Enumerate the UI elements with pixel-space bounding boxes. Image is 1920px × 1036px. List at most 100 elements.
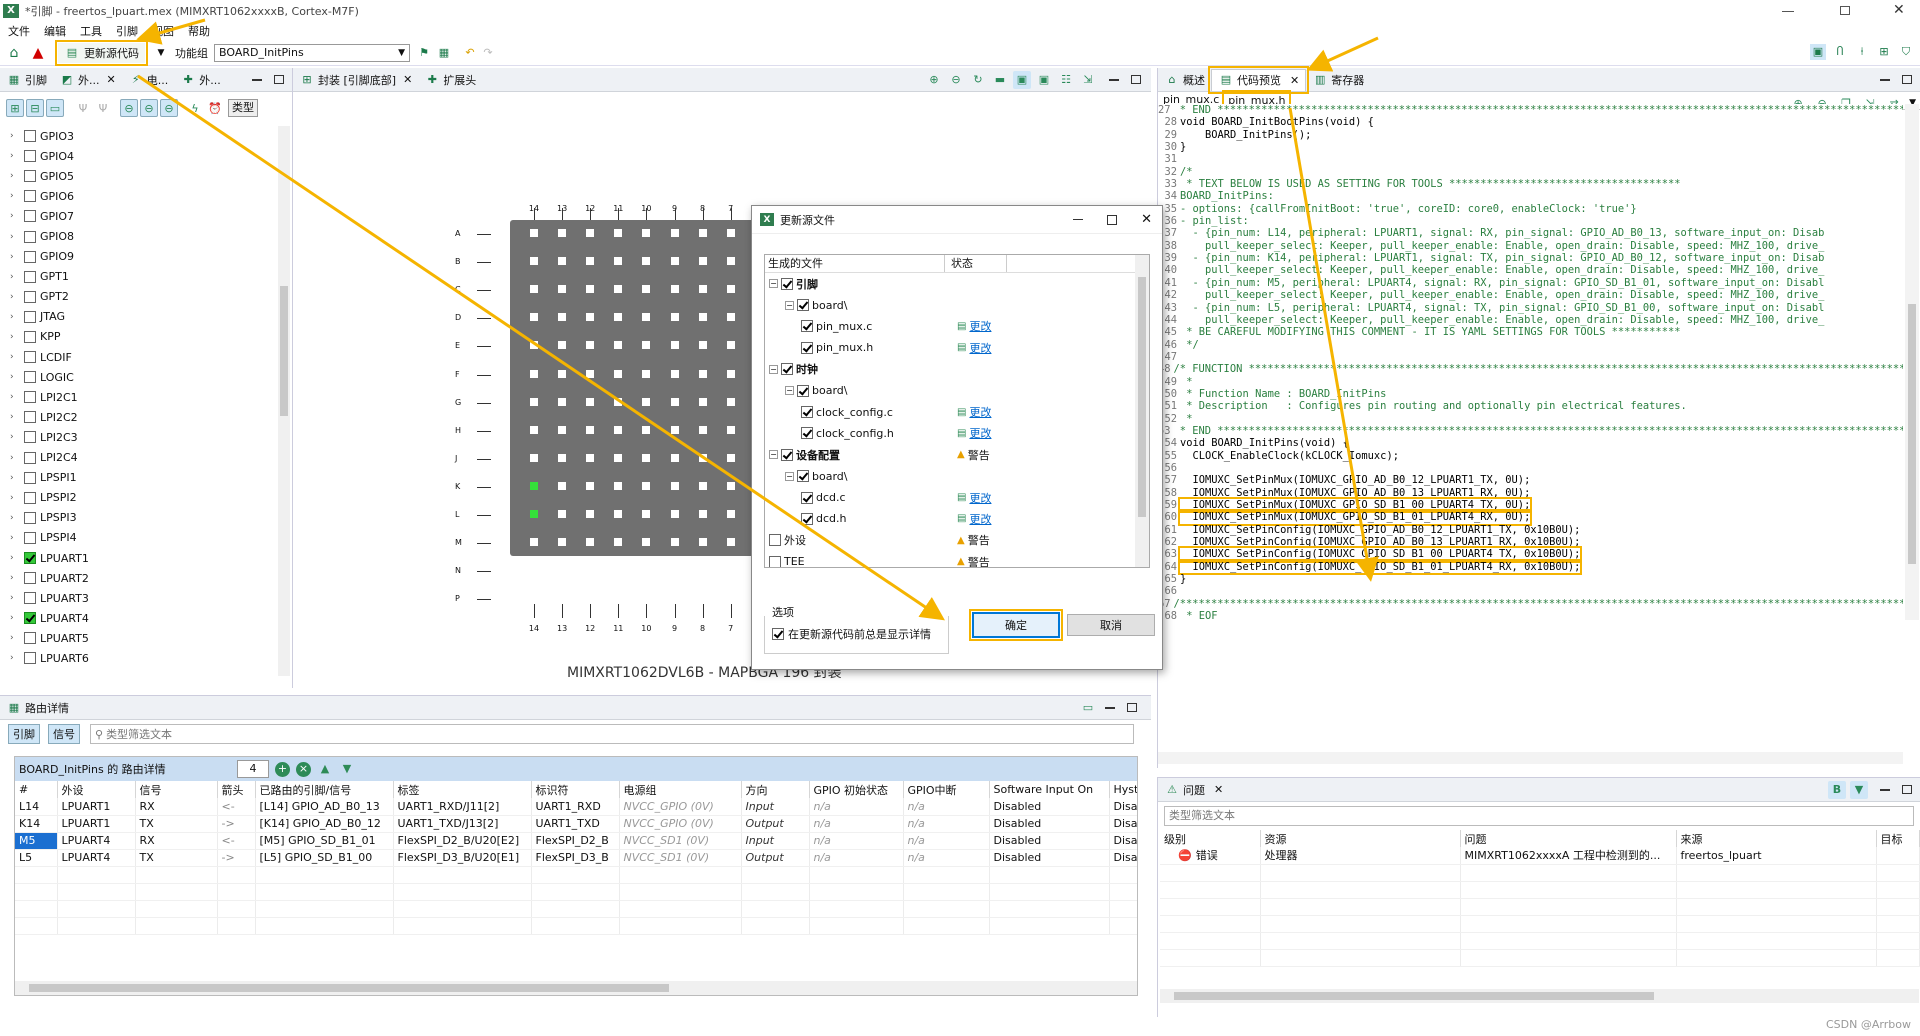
maximize-button[interactable] (1840, 6, 1850, 15)
bga-pin[interactable] (726, 341, 735, 350)
close-icon[interactable]: ✕ (1214, 783, 1223, 796)
bga-pin[interactable] (558, 538, 567, 547)
file-checkbox[interactable] (797, 470, 809, 483)
bga-pin[interactable] (698, 510, 707, 518)
file-tree-row[interactable]: − board\ (765, 380, 1149, 401)
bga-pin[interactable] (558, 481, 567, 490)
file-checkbox[interactable] (781, 277, 793, 290)
file-tree-row[interactable]: TEE ▲ 警告 (765, 551, 1149, 567)
tab-external[interactable]: ✚ 外... (174, 69, 227, 91)
table-cell[interactable]: TX (135, 849, 218, 867)
export-icon[interactable]: ⇲ (1079, 71, 1097, 89)
pins-perspective-icon[interactable]: ▣ (1810, 44, 1826, 60)
bga-pin[interactable] (698, 313, 707, 322)
table-cell[interactable]: n/a (903, 832, 990, 850)
table-cell[interactable]: n/a (809, 832, 904, 850)
tab-peripherals[interactable]: ◩ 外... ✕ (53, 69, 122, 91)
file-checkbox[interactable] (797, 384, 809, 397)
table-cell[interactable]: NVCC_GPIO (0V) (619, 798, 742, 816)
bga-pin[interactable] (530, 453, 538, 462)
list-item[interactable]: › LPUART1 (0, 548, 278, 568)
list-item[interactable]: › LPI2C3 (0, 427, 278, 447)
table-cell[interactable]: RX (135, 832, 218, 850)
link2-icon[interactable]: ⊖ (140, 99, 158, 117)
list-item[interactable]: › LPI2C2 (0, 407, 278, 427)
menu-view[interactable]: 视图 (152, 23, 174, 39)
export-icon[interactable]: ▭ (1079, 699, 1097, 717)
chevron-right-icon[interactable]: › (10, 533, 20, 543)
bga-pin[interactable] (530, 369, 538, 378)
file-state[interactable]: ▤ 更改 (957, 490, 991, 506)
move-down-icon[interactable]: ▼ (339, 761, 355, 777)
error-icon[interactable]: ▲ (30, 45, 46, 61)
bga-pin[interactable] (670, 257, 679, 266)
peripheral-checkbox[interactable] (24, 170, 36, 183)
chevron-right-icon[interactable]: › (10, 613, 20, 623)
column-header[interactable]: 来源 (1676, 830, 1877, 847)
bga-pin[interactable] (670, 425, 679, 434)
problems-filter-input[interactable]: 类型筛选文本 (1164, 806, 1914, 826)
maximize-icon[interactable] (1131, 75, 1141, 84)
file-checkbox[interactable] (769, 534, 781, 547)
redo-icon[interactable]: ↷ (480, 45, 496, 61)
list-item[interactable]: › LCDIF (0, 347, 278, 367)
bga-pin[interactable] (642, 257, 651, 266)
view-bottom-icon[interactable]: ▣ (1035, 71, 1053, 89)
bga-pin[interactable] (530, 285, 538, 294)
close-icon[interactable]: ✕ (107, 73, 116, 86)
chevron-right-icon[interactable]: › (10, 593, 20, 603)
menu-pins[interactable]: 引脚 (116, 23, 138, 39)
table-row[interactable]: L5 LPUART4 TX -> [L5] GPIO_SD_B1_00 FlexSPI_D… (15, 849, 1137, 867)
bga-pin[interactable] (698, 566, 707, 575)
peripheral-checkbox[interactable] (24, 572, 36, 585)
bga-pin[interactable] (698, 538, 707, 547)
bga-pin[interactable] (530, 313, 538, 322)
list-item[interactable]: › KPP (0, 327, 278, 347)
bga-pin[interactable] (586, 510, 595, 518)
peripheral-checkbox[interactable] (24, 612, 36, 625)
code-hscrollbar-bottom[interactable] (1158, 752, 1903, 764)
table-cell[interactable]: LPUART1 (57, 815, 136, 833)
wave-icon[interactable]: Ψ (74, 99, 92, 117)
table-cell[interactable]: [L5] GPIO_SD_B1_00 (255, 849, 394, 867)
table-cell[interactable]: M5 (15, 832, 58, 850)
move-up-icon[interactable]: ▲ (317, 761, 333, 777)
peripheral-checkbox[interactable] (24, 130, 36, 143)
chevron-right-icon[interactable]: › (10, 453, 20, 463)
list-item[interactable]: › GPIO5 (0, 166, 278, 186)
column-header[interactable]: 资源 (1260, 830, 1461, 847)
table-cell[interactable]: -> (217, 815, 256, 833)
chevron-right-icon[interactable]: › (10, 633, 20, 643)
col-file-header[interactable]: 生成的文件 (765, 255, 945, 272)
chevron-right-icon[interactable]: › (10, 272, 20, 282)
maximize-icon[interactable] (1127, 703, 1137, 712)
table-row[interactable]: K14 LPUART1 TX -> [K14] GPIO_AD_B0_12 UART1_T… (15, 815, 1137, 833)
chevron-right-icon[interactable]: › (10, 232, 20, 242)
table-cell[interactable]: Output (741, 849, 810, 867)
bga-pin[interactable] (670, 566, 679, 575)
bga-pin[interactable] (642, 481, 651, 490)
always-show-details-checkbox[interactable] (772, 628, 784, 640)
list-item[interactable]: › LPI2C4 (0, 448, 278, 468)
file-checkbox[interactable] (781, 363, 793, 376)
table-cell[interactable]: Disabled (989, 849, 1110, 867)
bga-pin[interactable] (530, 538, 538, 547)
table-cell[interactable]: MIMXRT1062xxxxA 工程中检测到的... (1460, 847, 1677, 865)
bga-pin[interactable] (530, 594, 538, 603)
table-cell[interactable]: Input (741, 798, 810, 816)
list-item[interactable]: › LPI2C1 (0, 387, 278, 407)
list-item[interactable]: › GPIO9 (0, 247, 278, 267)
chevron-right-icon[interactable]: › (10, 513, 20, 523)
bga-pin[interactable] (698, 285, 707, 294)
filter-box-icon[interactable]: ▭ (46, 99, 64, 117)
bga-pin[interactable] (670, 510, 679, 518)
bga-pin[interactable] (586, 285, 595, 294)
bga-pin[interactable] (614, 397, 623, 406)
type-filter-button[interactable]: 类型 (228, 99, 258, 117)
file-tree-row[interactable]: 外设 ▲ 警告 (765, 530, 1149, 551)
table-row[interactable]: ⛔ 错误 处理器 MIMXRT1062xxxxA 工程中检测到的... freertos… (1160, 847, 1920, 865)
bga-pin[interactable] (698, 453, 707, 462)
bga-pin[interactable] (614, 453, 623, 462)
file-checkbox[interactable] (797, 299, 809, 312)
bga-pin[interactable] (642, 397, 651, 406)
